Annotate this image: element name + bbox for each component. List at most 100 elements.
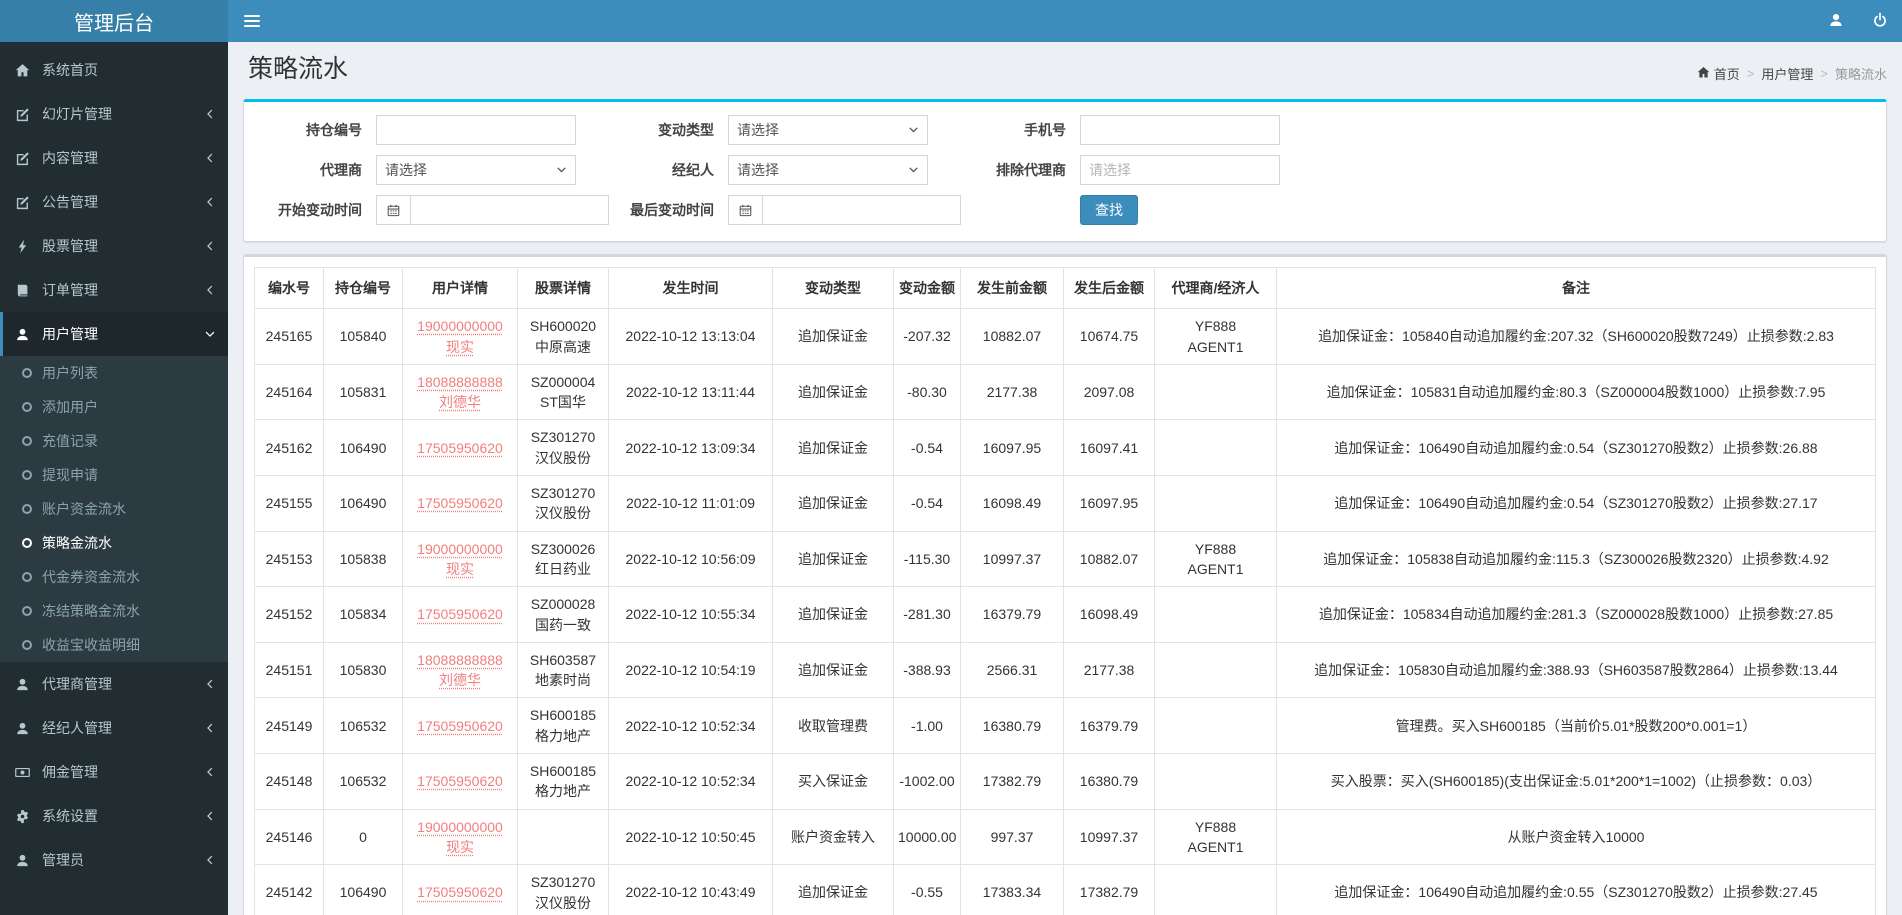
cell-agent-broker (1154, 419, 1277, 477)
cell-position-no: 106490 (323, 419, 403, 477)
agent-select[interactable]: 请选择 (376, 155, 576, 185)
cell-change-type: 收取管理费 (772, 697, 894, 755)
chevron-left-icon (204, 196, 216, 208)
cell-change-amount: -1.00 (893, 697, 961, 755)
cell-before-amount: 16380.79 (960, 697, 1064, 755)
cell-stock-detail: SZ301270 汉仪股份 (517, 864, 609, 915)
table-row: 245165 105840 19000000000 现实 SH600020 中原高速… (254, 308, 1876, 365)
sidebar-item-label: 系统设置 (42, 808, 98, 824)
sidebar-item[interactable]: 系统首页 (0, 48, 228, 92)
user-link[interactable]: 17505950620 (407, 493, 513, 513)
user-link[interactable]: 刘德华 (407, 392, 513, 412)
cell-change-type: 追加保证金 (772, 308, 894, 365)
sidebar-item-label: 公告管理 (42, 194, 98, 210)
exclude-agent-input[interactable] (1080, 155, 1280, 185)
sidebar-item[interactable]: 公告管理 (0, 180, 228, 224)
sidebar-item[interactable]: 佣金管理 (0, 750, 228, 794)
filter-label: 最后变动时间 (630, 202, 714, 218)
sidebar-menu: 系统首页 幻灯片管理 内容管理 公告管理 股票管理 订单管理 用户管理 用户列表… (0, 48, 228, 882)
cell-agent-broker (1154, 586, 1277, 643)
sidebar-item-label: 管理员 (42, 852, 84, 868)
user-link[interactable]: 19000000000 (407, 817, 513, 837)
table-row: 245153 105838 19000000000 现实 SZ300026 红日药业… (254, 530, 1876, 588)
sidebar-subitem[interactable]: 收益宝收益明细 (0, 628, 228, 662)
sidebar-item[interactable]: 经纪人管理 (0, 706, 228, 750)
search-button[interactable]: 查找 (1080, 195, 1138, 225)
sidebar-subitem[interactable]: 冻结策略金流水 (0, 594, 228, 628)
sidebar-subitem[interactable]: 提现申请 (0, 458, 228, 492)
column-header: 股票详情 (517, 266, 609, 310)
sidebar-item[interactable]: 内容管理 (0, 136, 228, 180)
sidebar-subitem[interactable]: 充值记录 (0, 424, 228, 458)
end-time-input[interactable] (762, 195, 961, 225)
sidebar-item[interactable]: 订单管理 (0, 268, 228, 312)
cell-user-detail: 17505950620 (402, 864, 518, 915)
hamburger-icon (244, 15, 260, 27)
sidebar-item-label: 用户管理 (42, 326, 98, 342)
user-link[interactable]: 17505950620 (407, 882, 513, 902)
user-link[interactable]: 18088888888 (407, 372, 513, 392)
sidebar-item[interactable]: 管理员 (0, 838, 228, 882)
phone-input[interactable] (1080, 115, 1280, 145)
sidebar-item[interactable]: 股票管理 (0, 224, 228, 268)
user-icon (15, 853, 33, 868)
user-icon (1828, 12, 1844, 31)
cell-change-type: 追加保证金 (772, 864, 894, 915)
sidebar-item[interactable]: 代理商管理 (0, 662, 228, 706)
sidebar-subitem[interactable]: 用户列表 (0, 356, 228, 390)
user-link[interactable]: 17505950620 (407, 771, 513, 791)
sidebar-item[interactable]: 系统设置 (0, 794, 228, 838)
broker-select[interactable]: 请选择 (728, 155, 928, 185)
circle-icon (22, 640, 32, 650)
position-no-input[interactable] (376, 115, 576, 145)
user-link[interactable]: 18088888888 (407, 650, 513, 670)
cell-change-amount: -281.30 (893, 586, 961, 643)
sidebar-subitem[interactable]: 策略金流水 (0, 526, 228, 560)
change-type-select[interactable]: 请选择 (728, 115, 928, 145)
sidebar-item-label: 经纪人管理 (42, 720, 112, 736)
sidebar-submenu: 用户列表 添加用户 充值记录 提现申请 账户资金流水 策略金流水 代金券资金流水 (0, 356, 228, 662)
sidebar-toggle-button[interactable] (228, 0, 276, 42)
sidebar-subitem-label: 账户资金流水 (42, 501, 126, 517)
sidebar-subitem[interactable]: 代金券资金流水 (0, 560, 228, 594)
breadcrumb-home[interactable]: 首页 (1697, 64, 1740, 83)
breadcrumb-user-mgmt[interactable]: 用户管理 (1761, 64, 1813, 83)
cell-time: 2022-10-12 10:54:19 (608, 641, 773, 699)
sidebar-subitem-label: 冻结策略金流水 (42, 603, 140, 619)
column-header: 备注 (1276, 266, 1876, 310)
user-link[interactable]: 刘德华 (407, 670, 513, 690)
user-link[interactable]: 17505950620 (407, 438, 513, 458)
user-menu-button[interactable] (1814, 0, 1858, 42)
cell-remark: 追加保证金：105840自动追加履约金:207.32（SH600020股数724… (1276, 308, 1876, 365)
sidebar-subitem[interactable]: 添加用户 (0, 390, 228, 424)
cell-change-amount: -207.32 (893, 308, 961, 365)
edit-icon (15, 195, 33, 210)
cell-time: 2022-10-12 10:52:34 (608, 753, 773, 810)
cell-change-amount: -1002.00 (893, 753, 961, 810)
cell-change-type: 追加保证金 (772, 586, 894, 643)
page-title: 策略流水 (248, 55, 349, 83)
user-link[interactable]: 17505950620 (407, 716, 513, 736)
table-body: 245165 105840 19000000000 现实 SH600020 中原高速… (254, 308, 1876, 915)
user-link[interactable]: 现实 (407, 559, 513, 579)
sidebar-subitem[interactable]: 账户资金流水 (0, 492, 228, 526)
cell-after-amount: 16379.79 (1063, 697, 1155, 755)
cell-stock-detail: SH600020 中原高速 (517, 308, 609, 365)
sidebar-item[interactable]: 用户管理 (0, 312, 228, 356)
cell-after-amount: 2097.08 (1063, 363, 1155, 421)
sidebar-item[interactable]: 幻灯片管理 (0, 92, 228, 136)
cell-remark: 追加保证金：105830自动追加履约金:388.93（SH603587股数286… (1276, 641, 1876, 699)
user-link[interactable]: 19000000000 (407, 316, 513, 336)
cell-time: 2022-10-12 10:50:45 (608, 808, 773, 866)
user-link[interactable]: 17505950620 (407, 604, 513, 624)
user-link[interactable]: 19000000000 (407, 539, 513, 559)
start-time-input[interactable] (410, 195, 609, 225)
cell-serial-no: 245146 (254, 808, 324, 866)
user-link[interactable]: 现实 (407, 837, 513, 857)
cell-after-amount: 10997.37 (1063, 808, 1155, 866)
edit-icon (15, 151, 33, 166)
user-link[interactable]: 现实 (407, 337, 513, 357)
logout-button[interactable] (1858, 0, 1902, 42)
filter-end-time: 最后变动时间 (596, 195, 961, 225)
app-logo[interactable]: 管理后台 (0, 0, 228, 42)
